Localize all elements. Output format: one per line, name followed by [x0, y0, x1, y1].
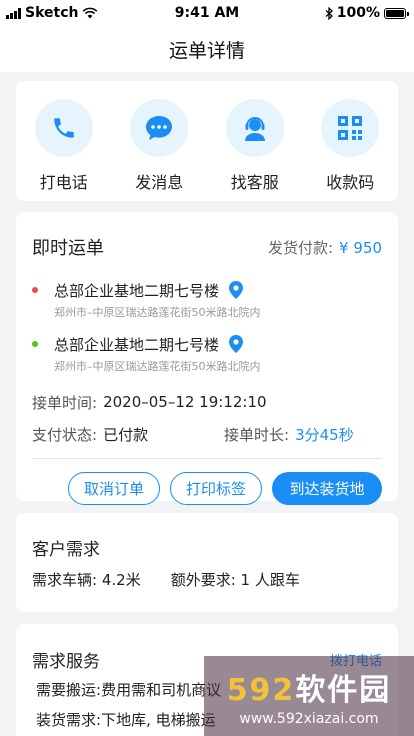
delivery-detail: 郑州市–中原区瑞达路莲花街50米路北院内 — [54, 360, 261, 373]
print-label-button[interactable]: 打印标签 — [170, 472, 262, 505]
demand-row: 需求车辆: 4.2米 额外要求: 1 人跟车 — [32, 569, 382, 590]
pay-label: 发货付款: — [267, 238, 334, 257]
delivery-name: 总部企业基地二期七号楼 — [54, 335, 220, 354]
quick-actions-card: 打电话 发消息 找客服 收款码 — [16, 81, 398, 201]
service-header: 需求服务 拨打电话 — [32, 624, 382, 674]
duration-label: 接单时长: — [224, 425, 290, 444]
battery-percent: 100% — [336, 5, 380, 21]
duration-value: 3分45秒 — [295, 425, 354, 444]
load-row: 装货需求: 下地库, 电梯搬运 — [36, 704, 382, 734]
carrier-name: Sketch — [25, 5, 79, 21]
pickup-dot — [32, 287, 38, 293]
order-buttons: 取消订单 打印标签 到达装货地 — [32, 472, 382, 505]
signal-icon — [6, 7, 21, 19]
wifi-icon — [83, 7, 98, 19]
location-pin-icon[interactable] — [229, 335, 244, 353]
pickup-name: 总部企业基地二期七号楼 — [54, 281, 220, 300]
service-title: 需求服务 — [32, 651, 100, 672]
pay-status-label: 支付状态: — [32, 425, 98, 444]
customer-service-button[interactable]: 找客服 — [215, 99, 295, 201]
pay-status-value: 已付款 — [103, 425, 149, 444]
call-label: 打电话 — [39, 173, 88, 192]
battery-icon — [384, 7, 409, 19]
vehicle-label: 需求车辆: — [32, 571, 98, 589]
carry-value: 费用需和司机商议 — [101, 680, 222, 699]
delivery-address: 总部企业基地二期七号楼 郑州市–中原区瑞达路莲花街50米路北院内 — [32, 332, 382, 386]
pay-status-row: 支付状态: 已付款 接单时长: 3分45秒 — [32, 418, 382, 450]
bluetooth-icon — [325, 6, 333, 20]
nav-bar: 运单详情 — [0, 26, 414, 72]
demand-title: 客户需求 — [32, 540, 100, 560]
status-bar: Sketch 9:41 AM 100% — [0, 0, 414, 26]
delivery-dot — [32, 341, 38, 347]
pay-amount: ¥ 950 — [339, 238, 382, 257]
pickup-detail: 郑州市–中原区瑞达路莲花街50米路北院内 — [54, 306, 261, 319]
order-header: 即时运单 发货付款: ¥ 950 — [32, 212, 382, 278]
support-icon — [225, 99, 284, 157]
pay-info: 发货付款: ¥ 950 — [268, 237, 382, 258]
message-button[interactable]: 发消息 — [119, 99, 199, 201]
service-card: 需求服务 拨打电话 需要搬运: 费用需和司机商议 装货需求: 下地库, 电梯搬运 — [16, 624, 398, 736]
load-value: 下地库, 电梯搬运 — [101, 710, 216, 729]
divider — [32, 458, 382, 459]
location-pin-icon[interactable] — [229, 281, 244, 299]
status-left: Sketch — [6, 5, 98, 21]
pickup-address: 总部企业基地二期七号楼 郑州市–中原区瑞达路莲花街50米路北院内 — [32, 278, 382, 332]
call-button[interactable]: 打电话 — [24, 99, 104, 201]
payment-code-button[interactable]: 收款码 — [310, 99, 390, 201]
message-label: 发消息 — [135, 173, 184, 192]
order-type-title: 即时运单 — [32, 238, 104, 259]
accept-time-value: 2020–05–12 19:12:10 — [103, 393, 267, 411]
cancel-order-button[interactable]: 取消订单 — [68, 472, 160, 505]
load-label: 装货需求: — [36, 710, 102, 729]
payment-code-label: 收款码 — [326, 173, 375, 192]
order-card: 即时运单 发货付款: ¥ 950 总部企业基地二期七号楼 郑州市–中原区瑞达路莲花… — [16, 212, 398, 505]
carry-row: 需要搬运: 费用需和司机商议 — [36, 674, 382, 704]
call-phone-link[interactable]: 拨打电话 — [330, 650, 382, 669]
page-title: 运单详情 — [168, 39, 245, 62]
extra-value: 1 人跟车 — [240, 571, 300, 589]
phone-icon — [34, 99, 93, 157]
accept-time-label: 接单时间: — [32, 393, 98, 412]
vehicle-value: 4.2米 — [101, 571, 141, 589]
status-right: 100% — [325, 5, 409, 21]
qrcode-icon — [321, 99, 380, 157]
accept-time-row: 接单时间: 2020–05–12 19:12:10 — [32, 386, 382, 418]
extra-label: 额外要求: — [170, 571, 236, 589]
carry-label: 需要搬运: — [36, 680, 102, 699]
arrive-loading-button[interactable]: 到达装货地 — [272, 472, 382, 505]
chat-icon — [130, 99, 189, 157]
customer-demand-card: 客户需求 需求车辆: 4.2米 额外要求: 1 人跟车 — [16, 513, 398, 612]
customer-service-label: 找客服 — [230, 173, 279, 192]
